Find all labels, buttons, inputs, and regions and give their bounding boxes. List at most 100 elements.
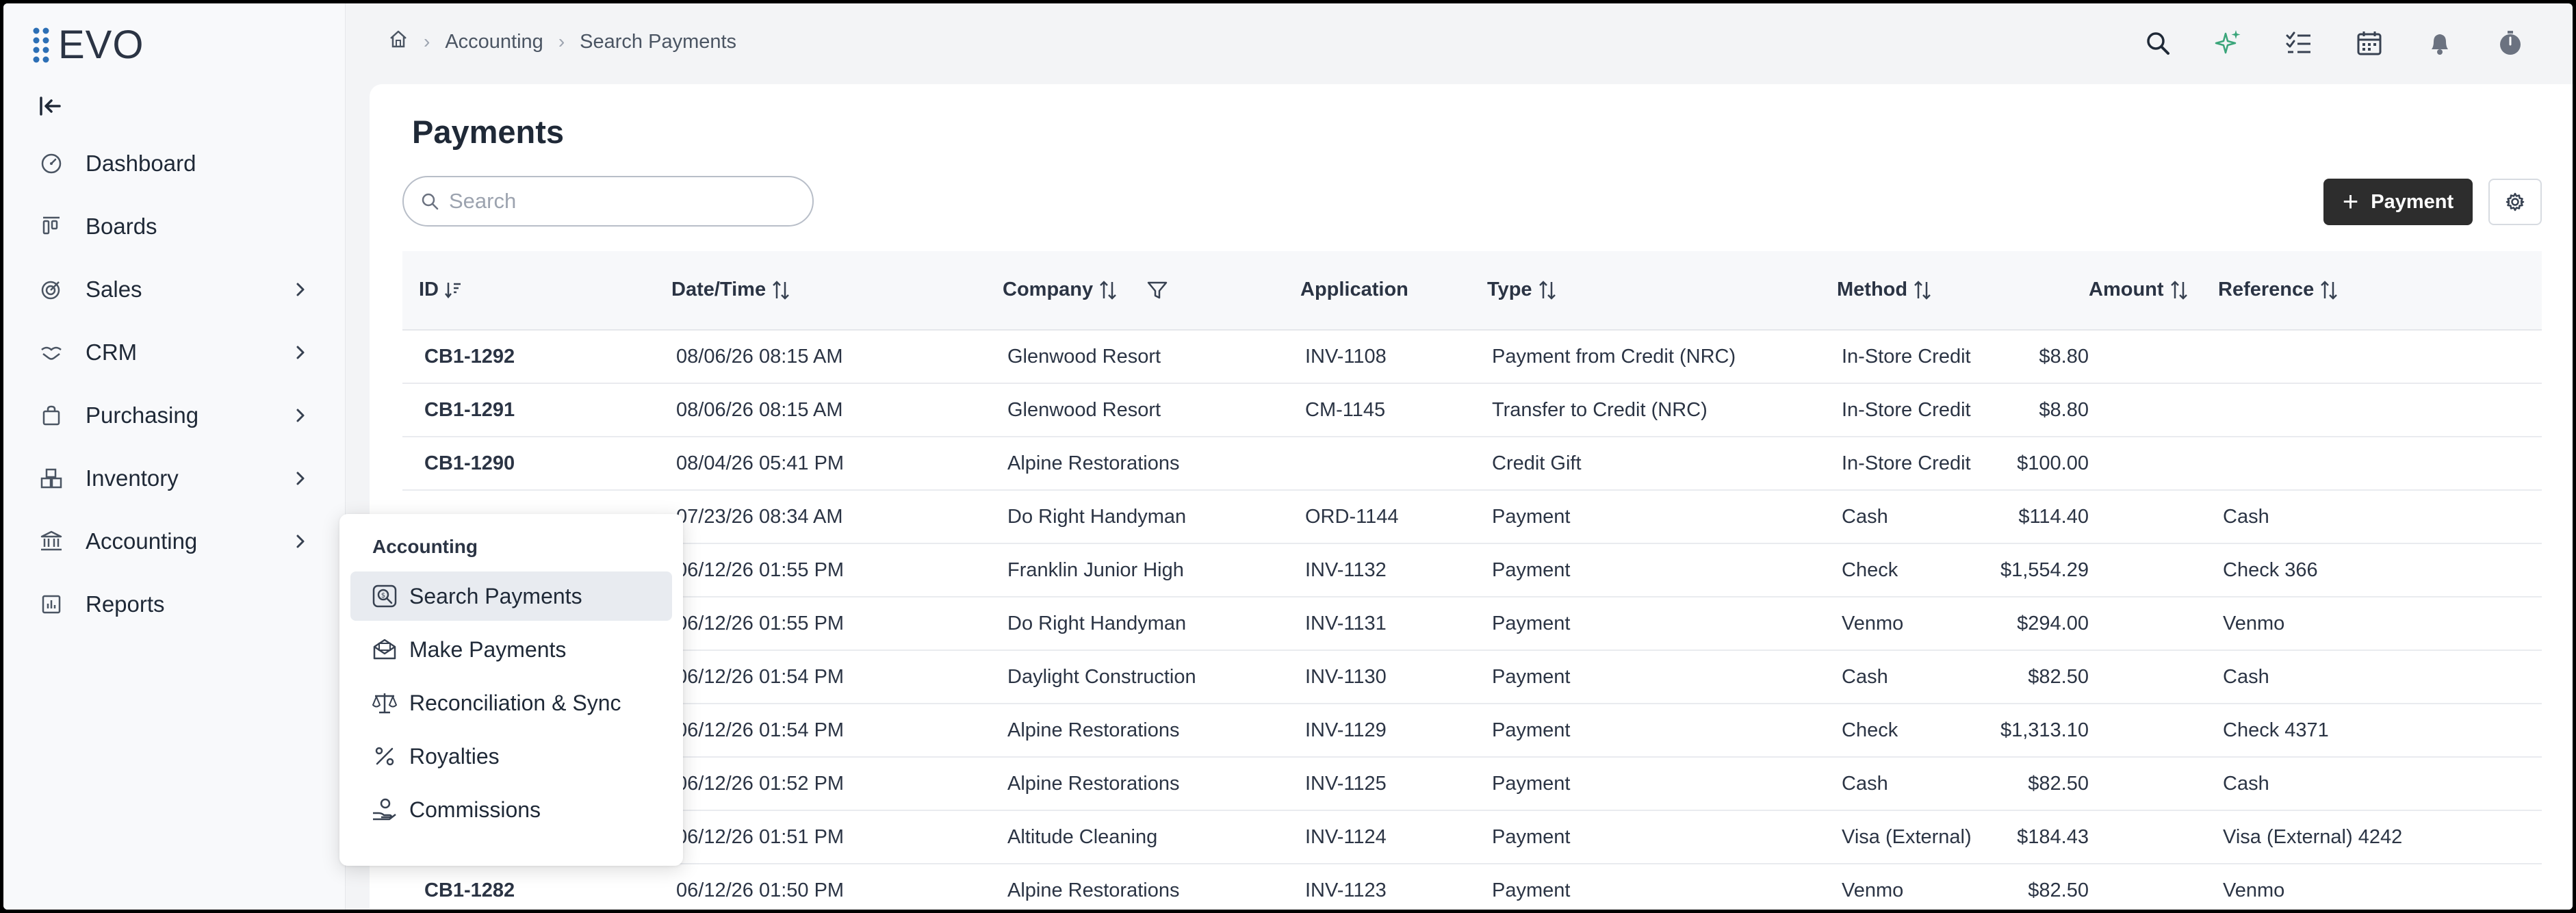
table-row[interactable]: 06/12/26 01:55 PM Do Right Handyman INV-11… [402,597,2542,651]
cell-application: ORD-1144 [1305,506,1399,528]
sidebar-item-reports[interactable]: Reports [3,573,346,636]
purchasing-icon [38,402,65,429]
column-header-application[interactable]: Application [1300,279,1408,301]
cell-company: Daylight Construction [1007,666,1196,688]
cell-amount: $82.50 [2028,666,2089,688]
sidebar-item-label: Accounting [86,528,198,554]
collapse-left-icon [40,97,61,116]
flyout-item-label: Make Payments [409,636,567,662]
logo[interactable]: EVO [32,25,144,65]
cell-amount: $1,554.29 [2000,559,2089,581]
chevron-right-icon [288,529,313,554]
sidebar-item-sales[interactable]: Sales [3,258,346,321]
cell-application: INV-1132 [1305,559,1387,581]
sidebar-item-accounting[interactable]: Accounting [3,510,346,573]
table-row[interactable]: 06/12/26 01:55 PM Franklin Junior High INV… [402,544,2542,597]
chevron-right-icon [288,466,313,491]
column-header-amount[interactable]: Amount [2089,279,2189,301]
column-label: ID [419,279,439,300]
column-header-company[interactable]: Company [1003,279,1168,301]
chevron-right-icon [288,277,313,302]
cell-date-time: 06/12/26 01:54 PM [676,666,845,688]
table-row[interactable]: 06/12/26 01:54 PM Daylight Construction IN… [402,651,2542,704]
cell-application: INV-1129 [1305,719,1387,741]
cell-company: Alpine Restorations [1007,452,1180,474]
accounting-icon [38,528,65,555]
sidebar-item-label: Inventory [86,465,179,491]
sidebar-item-crm[interactable]: CRM [3,321,346,384]
cell-company: Glenwood Resort [1007,399,1161,421]
column-header-date-time[interactable]: Date/Time [671,279,790,301]
sidebar-item-inventory[interactable]: Inventory [3,447,346,510]
cell-method: Cash [1842,773,1888,795]
search-input[interactable] [449,189,777,214]
sort-icon [1913,280,1932,300]
cell-date-time: 06/12/26 01:55 PM [676,559,845,581]
sort-desc-icon [444,281,462,300]
sidebar-item-label: Dashboard [86,151,196,176]
search-field[interactable] [402,176,814,227]
cell-reference: Venmo [2223,613,2285,634]
table-row[interactable]: 06/12/26 01:54 PM Alpine Restorations INV-… [402,704,2542,758]
sort-icon [2169,280,2189,300]
cell-company: Alpine Restorations [1007,879,1180,901]
sidebar-item-dashboard[interactable]: Dashboard [3,132,346,195]
chevron-right-icon [288,340,313,365]
tasks-icon[interactable] [2263,24,2334,62]
table-row[interactable]: 06/12/26 01:51 PM Altitude Cleaning INV-11… [402,811,2542,864]
cell-reference: Venmo [2223,879,2285,901]
logo-mark-icon [33,27,49,63]
calendar-icon[interactable] [2334,24,2404,62]
cell-type: Transfer to Credit (NRC) [1492,399,1708,421]
cell-amount: $184.43 [2017,826,2089,848]
column-header-id[interactable]: ID [419,279,462,301]
cell-method: Cash [1842,666,1888,688]
breadcrumb-link-accounting[interactable]: Accounting [445,31,543,53]
breadcrumb-separator-icon: › [558,31,565,52]
table-row[interactable]: CB1-1291 08/06/26 08:15 AM Glenwood Resort… [402,384,2542,437]
table-row[interactable]: 07/23/26 08:34 AM Do Right Handyman ORD-11… [402,491,2542,544]
column-label: Reference [2218,279,2315,300]
column-label: Company [1003,279,1094,300]
flyout-item-commissions[interactable]: Commissions [350,785,672,834]
collapse-sidebar-button[interactable] [36,92,64,120]
search-payments-icon: $ [371,582,398,610]
home-icon[interactable] [388,29,409,54]
column-header-type[interactable]: Type [1487,279,1557,301]
cell-company: Alpine Restorations [1007,719,1180,741]
cell-reference: Check 4371 [2223,719,2329,741]
search-icon[interactable] [2122,24,2193,62]
payments-table: ID Date/Time Company Application Type Me… [402,251,2542,910]
hand-coin-icon [371,796,398,823]
flyout-item-reconciliation-sync[interactable]: Reconciliation & Sync [350,678,672,728]
cell-application: INV-1125 [1305,773,1387,795]
filter-icon[interactable] [1146,280,1168,300]
table-row[interactable]: 06/12/26 01:52 PM Alpine Restorations INV-… [402,758,2542,811]
cell-id: CB1-1282 [424,879,515,901]
cell-company: Alpine Restorations [1007,773,1180,795]
flyout-item-royalties[interactable]: Royalties [350,732,672,781]
flyout-item-make-payments[interactable]: Make Payments [350,625,672,674]
timer-icon[interactable] [2475,24,2545,62]
cell-type: Payment [1492,879,1571,901]
sidebar-item-boards[interactable]: Boards [3,195,346,258]
table-row[interactable]: CB1-1292 08/06/26 08:15 AM Glenwood Resort… [402,331,2542,384]
ai-sparkle-icon[interactable] [2193,24,2263,62]
boards-icon [38,213,65,240]
cell-application: INV-1124 [1305,826,1387,848]
cell-type: Payment [1492,613,1571,634]
add-payment-button[interactable]: + Payment [2323,179,2473,225]
table-settings-button[interactable] [2488,179,2542,225]
table-row[interactable]: CB1-1290 08/04/26 05:41 PM Alpine Restorat… [402,437,2542,491]
cell-method: Venmo [1842,613,1904,634]
sidebar-item-purchasing[interactable]: Purchasing [3,384,346,447]
cell-id: CB1-1292 [424,346,515,368]
column-label: Amount [2089,279,2164,300]
bell-icon[interactable] [2404,24,2475,62]
table-row[interactable]: CB1-1282 06/12/26 01:50 PM Alpine Restorat… [402,864,2542,910]
column-header-reference[interactable]: Reference [2218,279,2339,301]
sidebar: EVO Dashboard Boards Sales CRM Purchasin… [3,3,346,910]
column-label: Method [1837,279,1908,300]
flyout-item-search-payments[interactable]: $ Search Payments [350,571,672,621]
column-header-method[interactable]: Method [1837,279,1932,301]
